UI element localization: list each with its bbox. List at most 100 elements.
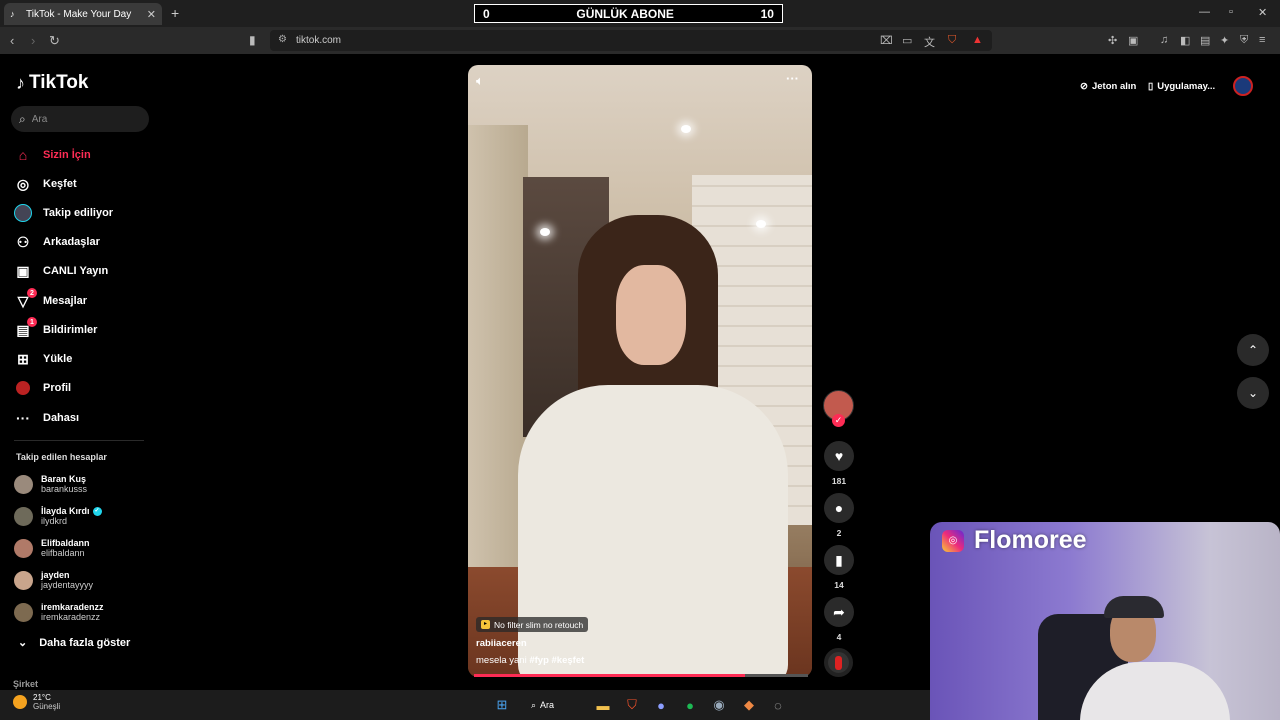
chevron-down-icon: ⌄ (18, 637, 28, 649)
leo-icon[interactable]: ✦ (1220, 34, 1229, 47)
file-explorer-icon[interactable]: ▬ (594, 696, 612, 714)
caption-text: mesela yani (476, 655, 527, 666)
weather-widget[interactable]: 21°C Güneşli (13, 693, 60, 711)
bookmark-icon[interactable]: ▮ (249, 33, 256, 47)
url-text: tiktok.com (296, 35, 342, 46)
effect-tag[interactable]: ▸ No filter slim no retouch (476, 617, 589, 632)
following-account[interactable]: Elifbaldann elifbaldann (14, 538, 90, 558)
share-button[interactable]: ➦ (824, 597, 854, 627)
company-link[interactable]: Şirket (13, 679, 38, 689)
video-frame (616, 265, 686, 365)
close-window-icon[interactable]: ✕ (1258, 6, 1267, 19)
avatar (14, 570, 33, 590)
following-account[interactable]: iremkaradenzz iremkaradenzz (14, 602, 104, 622)
volume-icon[interactable]: 🔈︎ (476, 73, 484, 89)
account-name: Baran Kuş (41, 474, 87, 484)
effect-label: No filter slim no retouch (494, 619, 584, 630)
nav-notifications[interactable]: ▤ 1 Bildirimler (14, 317, 97, 342)
reload-icon[interactable]: ↻ (49, 33, 60, 49)
following-account[interactable]: İlayda Kırdı ✓ ilydkrd (14, 506, 102, 526)
nav-label: CANLI Yayın (43, 265, 109, 277)
video-progress-bar[interactable] (474, 674, 808, 677)
user-avatar[interactable] (1233, 76, 1253, 96)
sidebar-toggle-icon[interactable]: ◧ (1180, 34, 1190, 47)
steam-icon[interactable]: ◉ (710, 696, 728, 714)
comment-button[interactable]: ● (824, 493, 854, 523)
nav-profile[interactable]: Profil (14, 376, 71, 400)
next-video-button[interactable]: ⌄ (1237, 377, 1269, 409)
messages-badge: 2 (27, 288, 37, 298)
cast-off-icon[interactable]: ⌧ (880, 34, 893, 47)
nav-more[interactable]: ··· Dahası (14, 406, 79, 430)
share-count: 4 (836, 632, 842, 642)
video-frame (681, 125, 691, 133)
more-dots-icon: ··· (16, 410, 30, 426)
caption-hashtags[interactable]: #fyp #keşfet (529, 655, 584, 666)
menu-icon[interactable]: ≡ (1259, 34, 1265, 46)
spotify-icon[interactable]: ● (681, 696, 699, 714)
home-icon: ⌂ (18, 147, 28, 163)
progress-fill (474, 674, 745, 677)
video-caption: mesela yani #fyp #keşfet (476, 655, 584, 666)
account-handle: iremkaradenzz (41, 612, 101, 622)
restore-icon[interactable]: ▫ (1229, 6, 1233, 18)
sidebar: ♪ TikTok ⌕ ⌂ Sizin İçin ◎ Keşfet Takip e… (0, 54, 160, 690)
search-box[interactable]: ⌕ (11, 106, 149, 132)
avatar (14, 602, 33, 622)
coin-icon: ⊘ (1080, 80, 1088, 92)
rewards-icon[interactable]: ▲ (972, 34, 983, 46)
chevron-down-icon: ⌄ (1247, 386, 1259, 400)
search-input[interactable] (31, 113, 132, 125)
get-coins-button[interactable]: ⊘ Jeton alın (1080, 76, 1136, 96)
extensions-icon[interactable]: ✣ (1108, 34, 1117, 47)
minimize-icon[interactable]: — (1199, 6, 1210, 18)
save-button[interactable]: ▮ (824, 545, 854, 575)
taskbar-search[interactable]: ⌕ Ara (531, 696, 581, 714)
brave-browser-icon[interactable]: ⛉ (623, 696, 641, 714)
windows-start-icon[interactable]: ⊞ (493, 696, 511, 714)
nav-for-you[interactable]: ⌂ Sizin İçin (14, 143, 91, 167)
screenshot-icon[interactable]: ▣ (1128, 34, 1138, 47)
sound-disc-icon[interactable] (824, 648, 853, 677)
comment-count: 2 (836, 528, 842, 538)
screen-icon[interactable]: ▭ (902, 34, 912, 47)
following-account[interactable]: Baran Kuş barankusss (14, 474, 87, 494)
nav-live[interactable]: ▣ CANLI Yayın (14, 259, 108, 283)
close-tab-icon[interactable]: ✕ (147, 8, 156, 21)
new-tab-button[interactable]: + (171, 5, 179, 21)
like-button[interactable]: ♥ (824, 441, 854, 471)
nav-explore[interactable]: ◎ Keşfet (14, 172, 77, 196)
app-icon[interactable]: ◆ (740, 696, 758, 714)
app-icon-2[interactable]: ◌ (769, 696, 787, 714)
get-app-button[interactable]: ▯ Uygulamay... (1148, 76, 1215, 96)
nav-messages[interactable]: ▽ 2 Mesajlar (14, 288, 87, 313)
vpn-icon[interactable]: ⛨ (1240, 34, 1248, 47)
wallet-icon[interactable]: ▤ (1200, 34, 1210, 47)
sun-icon (13, 695, 27, 709)
follow-plus-icon[interactable]: ✓ (832, 414, 845, 427)
tiktok-favicon-icon: ♪ (10, 9, 15, 19)
nav-upload[interactable]: ⊞ Yükle (14, 347, 72, 371)
compass-icon: ◎ (16, 175, 30, 192)
search-icon: ⌕ (19, 111, 26, 126)
back-icon[interactable]: ‹ (10, 33, 14, 48)
discord-icon[interactable]: ● (652, 696, 670, 714)
more-options-icon[interactable]: ··· (786, 71, 799, 86)
forward-icon[interactable]: › (31, 33, 35, 48)
nav-friends[interactable]: ⚇ Arkadaşlar (14, 230, 100, 254)
show-more-button[interactable]: ⌄ Daha fazla göster (18, 636, 130, 650)
translate-icon[interactable]: 文 (924, 34, 935, 50)
nav-following[interactable]: Takip ediliyor (14, 201, 113, 225)
site-info-icon[interactable]: ⚙ (278, 34, 287, 45)
tiktok-note-icon: ♪ (16, 72, 25, 93)
previous-video-button[interactable]: ⌃ (1237, 334, 1269, 366)
webcam-frame (1104, 596, 1164, 618)
media-icon[interactable]: ♫ (1160, 34, 1168, 46)
video-author[interactable]: rabiiaceren (476, 638, 527, 649)
webcam-overlay: ◎ Flomoree (930, 522, 1280, 720)
brave-shield-icon[interactable]: ⛉ (948, 34, 956, 47)
following-account[interactable]: jayden jaydentayyyy (14, 570, 93, 590)
video-player[interactable] (468, 65, 812, 677)
tiktok-logo[interactable]: ♪ TikTok (16, 72, 88, 94)
browser-tab[interactable]: ♪ TikTok - Make Your Day ✕ (4, 3, 162, 25)
